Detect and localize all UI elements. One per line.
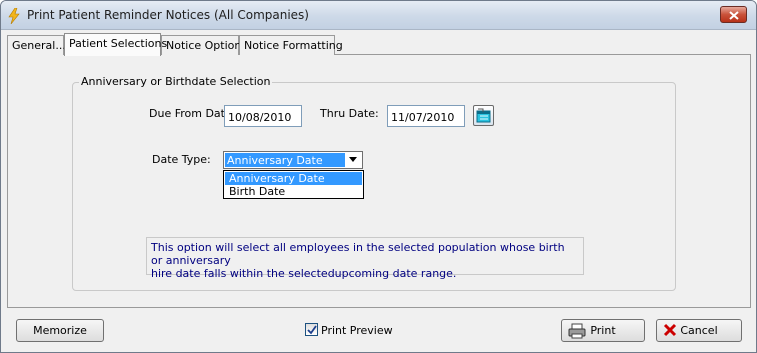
tab-notice-formatting[interactable]: Notice Formatting xyxy=(239,35,343,55)
date-type-dropdown-button[interactable] xyxy=(345,153,361,167)
window-title: Print Patient Reminder Notices (All Comp… xyxy=(27,8,309,22)
print-preview-checkbox[interactable] xyxy=(305,323,318,336)
tab-general[interactable]: General... xyxy=(7,35,66,55)
dropdown-option-birth-date[interactable]: Birth Date xyxy=(225,185,362,198)
thru-date-field[interactable]: 11/07/2010 xyxy=(387,105,465,127)
print-preview-label[interactable]: Print Preview xyxy=(321,324,393,337)
close-icon xyxy=(729,11,739,20)
info-text-line-2: hire date falls within the selectedupcom… xyxy=(151,267,457,280)
title-bar[interactable]: Print Patient Reminder Notices (All Comp… xyxy=(1,1,756,30)
calendar-button[interactable] xyxy=(473,105,494,126)
printer-icon xyxy=(568,323,586,346)
dialog-window: Print Patient Reminder Notices (All Comp… xyxy=(0,0,757,353)
due-from-label: Due From Date xyxy=(149,107,232,120)
tab-notice-options[interactable]: Notice Options xyxy=(161,35,247,55)
memorize-button-label: Memorize xyxy=(33,324,87,337)
info-text-box: This option will select all employees in… xyxy=(146,237,584,280)
tab-patient-selections[interactable]: Patient Selections xyxy=(64,33,167,56)
lightning-icon xyxy=(8,7,20,25)
due-from-date-field[interactable]: 10/08/2010 xyxy=(224,105,302,127)
groupbox-title: Anniversary or Birthdate Selection xyxy=(79,75,273,88)
print-button[interactable]: Print xyxy=(561,319,645,342)
date-type-label: Date Type: xyxy=(152,153,211,166)
checkmark-icon xyxy=(307,325,317,335)
cancel-button[interactable]: Cancel xyxy=(656,319,742,342)
date-type-selected-value: Anniversary Date xyxy=(225,153,345,167)
red-x-icon xyxy=(663,323,677,344)
thru-date-label: Thru Date: xyxy=(320,107,379,120)
close-button[interactable] xyxy=(720,6,747,23)
dropdown-option-anniversary-date[interactable]: Anniversary Date xyxy=(225,172,362,185)
info-text-line-1: This option will select all employees in… xyxy=(151,241,565,267)
date-type-dropdown-list: Anniversary Date Birth Date xyxy=(223,170,364,199)
cancel-button-label: Cancel xyxy=(680,324,718,337)
print-button-label: Print xyxy=(590,324,616,337)
chevron-down-icon xyxy=(349,157,357,162)
calendar-icon xyxy=(476,108,491,123)
date-type-combobox[interactable]: Anniversary Date xyxy=(223,151,363,169)
memorize-button[interactable]: Memorize xyxy=(16,319,104,342)
